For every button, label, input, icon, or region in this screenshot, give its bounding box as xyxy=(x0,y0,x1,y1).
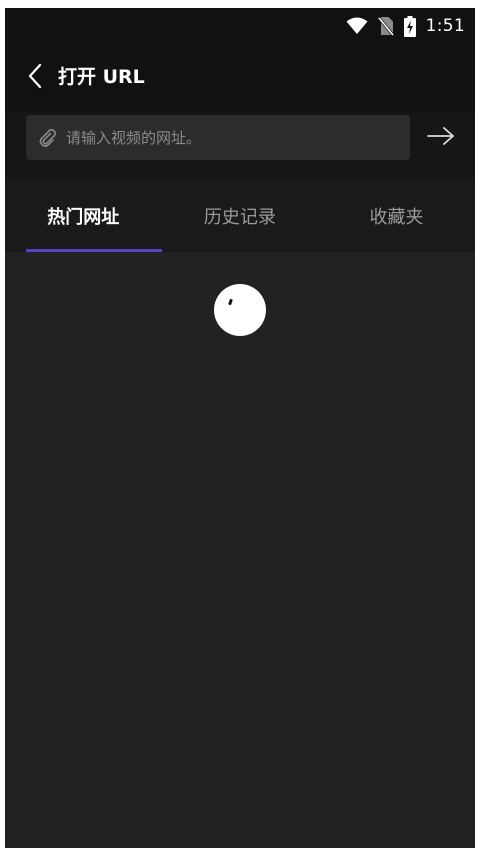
link-icon xyxy=(38,128,58,148)
tab-bar: 热门网址 历史记录 收藏夹 xyxy=(5,180,475,252)
url-bar xyxy=(5,112,475,180)
url-input-container[interactable] xyxy=(26,115,410,160)
status-bar: 1:51 xyxy=(5,8,475,44)
tab-label: 热门网址 xyxy=(47,207,120,228)
tab-label: 历史记录 xyxy=(203,207,276,228)
page-title: 打开 URL xyxy=(58,66,145,88)
battery-charging-icon xyxy=(403,15,416,37)
go-button[interactable] xyxy=(423,120,459,156)
url-input[interactable] xyxy=(66,117,410,158)
tab-popular-urls[interactable]: 热门网址 xyxy=(5,180,162,252)
tab-history[interactable]: 历史记录 xyxy=(162,180,319,252)
loading-spinner-icon xyxy=(214,284,266,336)
title-bar: 打开 URL xyxy=(5,44,475,112)
chevron-left-icon xyxy=(27,63,43,93)
status-icons: 1:51 xyxy=(346,15,465,37)
app-screen: 1:51 打开 URL 请输入视频的网址。 热门网址 历史记录 收藏夹 xyxy=(5,8,475,848)
status-clock: 1:51 xyxy=(425,16,465,36)
no-sim-icon xyxy=(377,16,394,36)
content-area xyxy=(5,252,475,848)
tab-label: 收藏夹 xyxy=(369,207,424,228)
arrow-right-icon xyxy=(427,126,455,150)
tab-favorites[interactable]: 收藏夹 xyxy=(318,180,475,252)
wifi-icon xyxy=(346,17,368,35)
spinner-dot xyxy=(228,298,233,306)
back-button[interactable] xyxy=(19,62,51,94)
